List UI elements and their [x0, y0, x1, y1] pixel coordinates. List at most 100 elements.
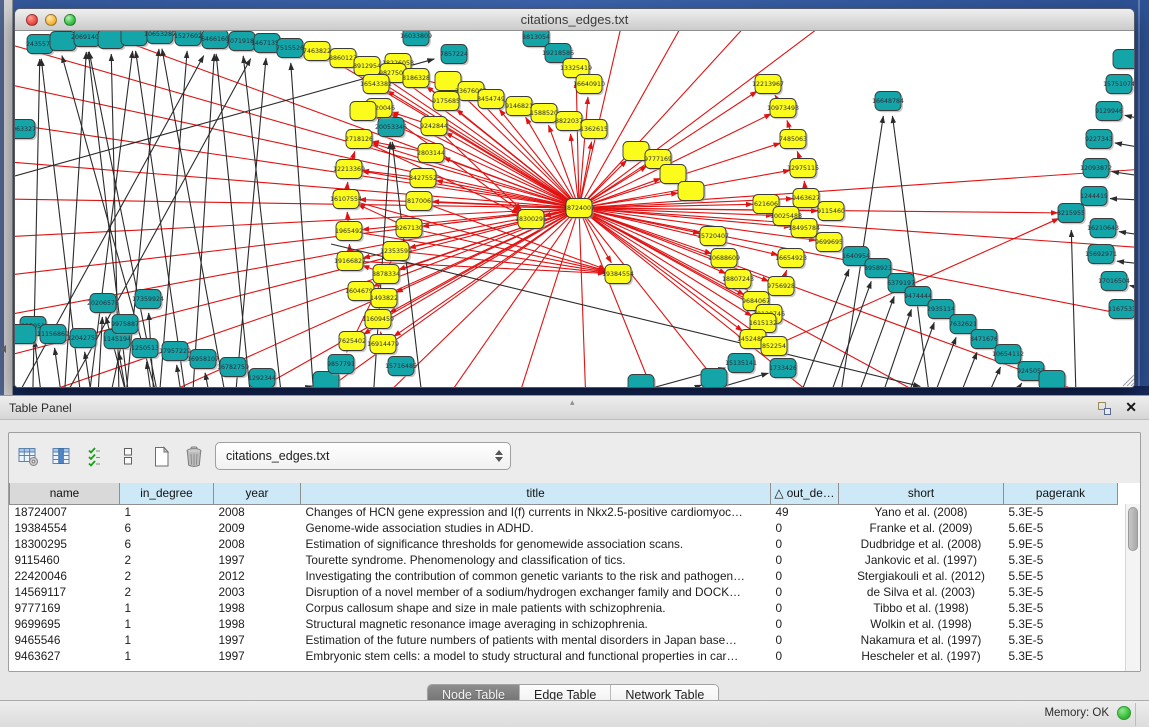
graph-node[interactable]: 1244419: [1080, 187, 1109, 208]
new-document-icon[interactable]: [149, 445, 173, 469]
graph-node[interactable]: 1527602: [174, 31, 203, 47]
graph-node[interactable]: 12353599: [380, 242, 412, 263]
graph-node[interactable]: 15135141: [725, 354, 757, 375]
graph-node[interactable]: 16654923: [775, 249, 807, 270]
table-options-icon[interactable]: [17, 445, 41, 469]
graph-node[interactable]: 18300295: [515, 210, 547, 231]
graph-node[interactable]: [678, 182, 706, 203]
graph-node[interactable]: 1292344: [248, 369, 277, 389]
network-canvas[interactable]: 1872400718300295193845542435572206914061…: [15, 31, 1135, 388]
graph-node[interactable]: 15751074: [1103, 75, 1135, 96]
close-panel-icon[interactable]: ✕: [1125, 399, 1137, 416]
graph-node[interactable]: 9975887: [111, 315, 140, 336]
trash-icon[interactable]: [182, 445, 206, 469]
graph-node[interactable]: 9129946: [1095, 102, 1124, 123]
vertical-scrollbar[interactable]: [1125, 504, 1140, 671]
splitter-grip-icon[interactable]: ▴: [570, 397, 575, 408]
graph-node[interactable]: 11156869: [37, 325, 69, 346]
table-row[interactable]: 1456911722003Disruption of a novel membe…: [10, 584, 1118, 600]
graph-node[interactable]: 8878334: [372, 265, 401, 286]
graph-node[interactable]: 2803144: [417, 144, 446, 165]
graph-node[interactable]: 9242844: [420, 117, 449, 138]
column-header-in_degree[interactable]: in_degree: [120, 483, 214, 504]
graph-node[interactable]: 16107554: [330, 190, 362, 211]
graph-node[interactable]: 8186328: [402, 69, 431, 90]
graph-node[interactable]: 7857224: [440, 45, 469, 66]
graph-node[interactable]: [1113, 50, 1135, 71]
graph-node[interactable]: 7463822: [303, 42, 332, 63]
graph-node[interactable]: 7515526: [276, 39, 305, 60]
graph-node[interactable]: 9115460: [817, 202, 846, 223]
graph-node[interactable]: [350, 102, 378, 123]
table-row[interactable]: 2242004622012Investigating the contribut…: [10, 568, 1118, 584]
graph-node[interactable]: 17359924: [132, 290, 164, 311]
graph-node[interactable]: [628, 375, 656, 389]
table-panel-titlebar[interactable]: Table Panel ▴ ✕: [0, 395, 1149, 420]
graph-node[interactable]: 18495784: [788, 219, 820, 240]
graph-node[interactable]: 8427552: [409, 169, 438, 190]
table-row[interactable]: 1872400712008Changes of HCN gene express…: [10, 504, 1118, 520]
graph-node[interactable]: 19384554: [602, 265, 634, 286]
graph-node[interactable]: 852254: [761, 337, 789, 358]
graph-node[interactable]: 12975115: [787, 159, 819, 180]
column-header-name[interactable]: name: [10, 483, 120, 504]
table-row[interactable]: 977716911998Corpus callosum shape and si…: [10, 600, 1118, 616]
stacked-squares-icon[interactable]: [116, 445, 140, 469]
graph-node[interactable]: 9227343: [1085, 130, 1114, 151]
graph-node[interactable]: 9756928: [767, 277, 796, 298]
column-header-out_de[interactable]: △ out_de…: [771, 483, 839, 504]
table-row[interactable]: 946362711997Embryonic stem cells: a mode…: [10, 648, 1118, 664]
memory-ok-indicator-icon[interactable]: [1117, 706, 1131, 720]
graph-node[interactable]: 10653287: [144, 31, 176, 45]
graph-node[interactable]: 12042757: [67, 329, 99, 350]
graph-node[interactable]: [1039, 371, 1067, 389]
graph-node[interactable]: 1250513: [131, 339, 160, 360]
graph-node[interactable]: 817006: [406, 192, 434, 213]
graph-node[interactable]: 7625402: [338, 332, 367, 353]
graph-node[interactable]: 8267130: [395, 219, 424, 240]
graph-node[interactable]: [701, 369, 729, 389]
graph-node[interactable]: 9699695: [815, 233, 844, 254]
graph-node[interactable]: 16210643: [1087, 219, 1119, 240]
graph-node[interactable]: 16543382: [360, 75, 392, 96]
float-panel-icon[interactable]: [1098, 402, 1111, 415]
column-header-title[interactable]: title: [301, 483, 771, 504]
graph-node[interactable]: 8454749: [477, 90, 506, 111]
graph-node[interactable]: 12213369: [333, 160, 365, 181]
graph-node[interactable]: 16782759: [217, 358, 249, 379]
graph-node[interactable]: 1493822: [370, 289, 399, 310]
graph-node[interactable]: 2063327: [15, 120, 37, 141]
graph-node[interactable]: 15720407: [697, 227, 729, 248]
graph-node[interactable]: 16914479: [367, 335, 399, 356]
graph-node[interactable]: 12213967: [752, 75, 784, 96]
graph-node[interactable]: 19166827: [334, 252, 366, 273]
graph-node[interactable]: 10973493: [767, 99, 799, 120]
graph-node[interactable]: 1167533: [1108, 300, 1135, 321]
graph-node[interactable]: 8215955: [1057, 204, 1086, 225]
table-row[interactable]: 1938455462009Genome-wide association stu…: [10, 520, 1118, 536]
table-row[interactable]: 1830029562008Estimation of significance …: [10, 536, 1118, 552]
graph-node[interactable]: 1733426: [769, 359, 798, 380]
graph-node[interactable]: 18807243: [722, 270, 754, 291]
table-row[interactable]: 911546021997Tourette syndrome. Phenomeno…: [10, 552, 1118, 568]
graph-node[interactable]: 15716485: [385, 357, 417, 378]
network-window-titlebar[interactable]: citations_edges.txt: [15, 9, 1134, 31]
graph-node[interactable]: 16033809: [400, 31, 432, 47]
network-graph[interactable]: 1872400718300295193845542435572206914061…: [15, 31, 1135, 388]
graph-node[interactable]: 17016504: [1098, 272, 1130, 293]
column-header-short[interactable]: short: [839, 483, 1004, 504]
graph-node[interactable]: 16640910: [573, 75, 605, 96]
table-row[interactable]: 969969511998Structural magnetic resonanc…: [10, 616, 1118, 632]
column-header-year[interactable]: year: [214, 483, 301, 504]
graph-node[interactable]: 10688609: [708, 249, 740, 270]
graph-node[interactable]: 9175685: [432, 92, 461, 113]
graph-node[interactable]: 16648784: [872, 92, 904, 113]
graph-node[interactable]: 20206576: [87, 294, 119, 315]
graph-node[interactable]: 20053346: [375, 118, 407, 139]
graph-node[interactable]: 8471676: [970, 330, 999, 351]
column-header-pagerank[interactable]: pagerank: [1004, 483, 1118, 504]
panel-collapse-arrow-icon[interactable]: [1, 345, 6, 353]
graph-node[interactable]: 9463627: [792, 189, 821, 210]
show-column-icon[interactable]: [50, 445, 74, 469]
graph-node[interactable]: 10654112: [992, 345, 1024, 366]
